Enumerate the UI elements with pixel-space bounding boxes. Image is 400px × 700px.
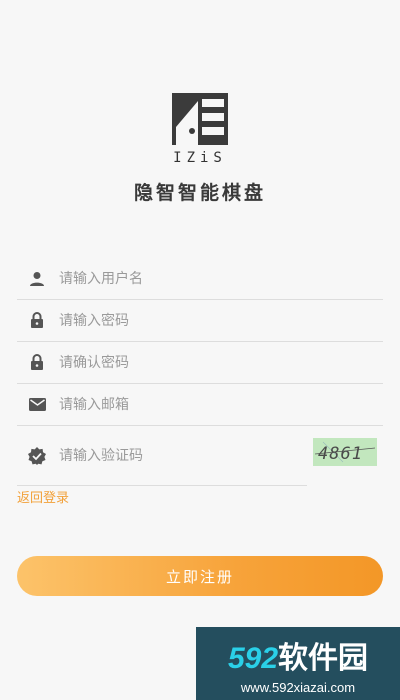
captcha-text: 4861 [318,444,363,464]
back-to-login-link[interactable]: 返回登录 [17,487,69,506]
register-form: 4861 [17,258,383,486]
watermark-url: www.592xiazai.com [240,680,356,695]
password-row [17,300,383,342]
watermark-brand: 592软件园 [196,633,400,677]
izis-logo-icon [172,93,228,145]
logo-text: IZiS [173,150,227,166]
captcha-input[interactable] [57,447,291,465]
watermark-number: 592 [227,642,279,675]
email-row [17,384,383,426]
password-input[interactable] [57,311,291,330]
mail-icon [17,398,57,411]
watermark-chinese: 软件园 [278,642,369,675]
verified-badge-icon [17,447,57,465]
confirm-password-input[interactable] [57,353,291,372]
email-input[interactable] [57,395,291,414]
lock-icon [17,354,57,371]
captcha-image[interactable]: 4861 [313,438,377,466]
username-row [17,258,383,300]
username-input[interactable] [57,269,291,288]
captcha-row: 4861 [17,426,383,486]
captcha-underline [17,485,307,486]
app-title: 隐智智能棋盘 [133,182,266,204]
confirm-password-row [17,342,383,384]
watermark-logo: 592软件园 www.592xiazai.com [196,627,400,700]
register-button[interactable]: 立即注册 [17,556,383,596]
user-icon [17,271,57,287]
lock-icon [17,312,57,329]
